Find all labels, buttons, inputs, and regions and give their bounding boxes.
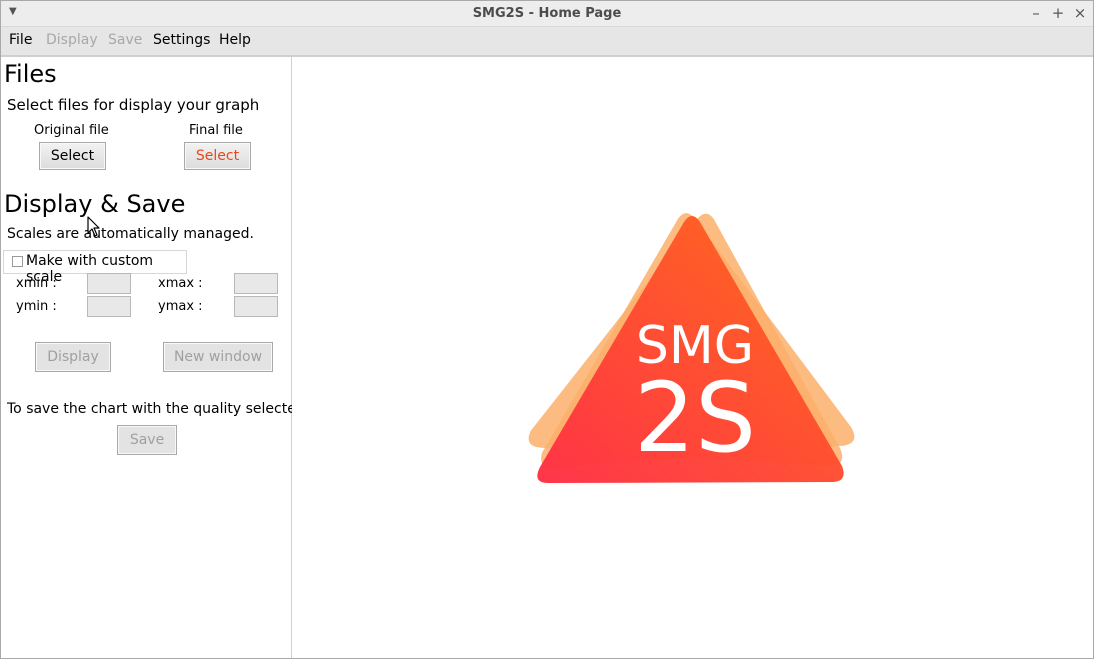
ymax-input[interactable] bbox=[234, 296, 278, 317]
menu-bar: File Display Save Settings Help bbox=[1, 27, 1093, 57]
logo-text-line2: 2S bbox=[633, 362, 756, 474]
xmax-label: xmax : bbox=[158, 276, 203, 291]
new-window-button[interactable]: New window bbox=[163, 342, 273, 372]
menu-help[interactable]: Help bbox=[219, 32, 251, 48]
original-file-label: Original file bbox=[34, 123, 109, 138]
select-original-button[interactable]: Select bbox=[39, 142, 106, 170]
select-final-button[interactable]: Select bbox=[184, 142, 251, 170]
ymax-label: ymax : bbox=[158, 299, 203, 314]
menu-save[interactable]: Save bbox=[108, 32, 142, 48]
ymin-input[interactable] bbox=[87, 296, 131, 317]
menu-file[interactable]: File bbox=[9, 32, 32, 48]
scales-note: Scales are automatically managed. bbox=[7, 226, 254, 242]
title-bar: ▼ SMG2S - Home Page – + × bbox=[1, 1, 1093, 27]
final-file-label: Final file bbox=[189, 123, 243, 138]
minimize-icon[interactable]: – bbox=[1029, 4, 1043, 22]
save-button[interactable]: Save bbox=[117, 425, 177, 455]
xmax-input[interactable] bbox=[234, 273, 278, 294]
custom-scale-checkbox[interactable] bbox=[12, 256, 23, 267]
control-panel: Files Select files for display your grap… bbox=[1, 57, 305, 658]
xmin-input[interactable] bbox=[87, 273, 131, 294]
graph-display-area: SMG 2S bbox=[292, 57, 1093, 658]
save-note: To save the chart with the quality selec… bbox=[7, 401, 305, 417]
window-title: SMG2S - Home Page bbox=[472, 6, 622, 21]
custom-scale-checkbox-row[interactable]: Make with custom scale bbox=[3, 250, 187, 285]
files-heading: Files bbox=[4, 60, 57, 88]
smg2s-logo: SMG 2S bbox=[528, 210, 858, 509]
display-button[interactable]: Display bbox=[35, 342, 111, 372]
maximize-icon[interactable]: + bbox=[1051, 4, 1065, 22]
app-window: ▼ SMG2S - Home Page – + × File Display S… bbox=[0, 0, 1094, 659]
files-description: Select files for display your graph bbox=[7, 96, 260, 114]
display-save-heading: Display & Save bbox=[4, 190, 186, 218]
xmin-label: xmin : bbox=[16, 276, 57, 291]
mouse-cursor-icon bbox=[87, 216, 100, 237]
close-icon[interactable]: × bbox=[1073, 4, 1087, 22]
menu-settings[interactable]: Settings bbox=[153, 32, 210, 48]
menu-display[interactable]: Display bbox=[46, 32, 98, 48]
ymin-label: ymin : bbox=[16, 299, 57, 314]
